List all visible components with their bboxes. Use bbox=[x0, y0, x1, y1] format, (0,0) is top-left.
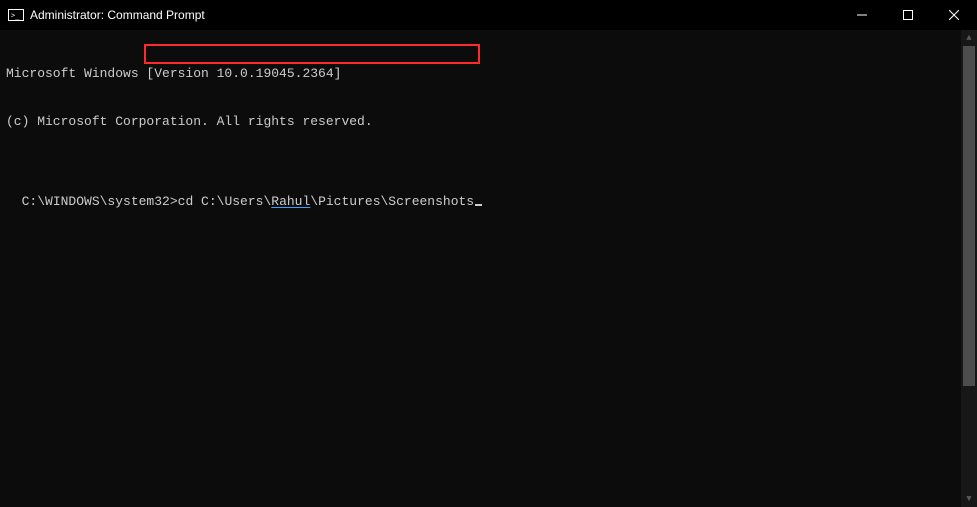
command-text-pre: cd C:\Users\ bbox=[178, 194, 272, 209]
scroll-up-button[interactable]: ▲ bbox=[961, 30, 977, 46]
close-button[interactable] bbox=[931, 0, 977, 30]
scroll-thumb[interactable] bbox=[963, 46, 975, 386]
titlebar[interactable]: >_ Administrator: Command Prompt bbox=[0, 0, 977, 30]
maximize-button[interactable] bbox=[885, 0, 931, 30]
scroll-down-button[interactable]: ▼ bbox=[961, 491, 977, 507]
prompt-line[interactable]: C:\WINDOWS\system32>cd C:\Users\Rahul\Pi… bbox=[22, 194, 483, 210]
svg-text:>_: >_ bbox=[11, 12, 20, 20]
command-text-user: Rahul bbox=[271, 194, 310, 209]
command-text-post: \Pictures\Screenshots bbox=[310, 194, 474, 209]
output-line: (c) Microsoft Corporation. All rights re… bbox=[6, 114, 971, 130]
vertical-scrollbar[interactable]: ▲ ▼ bbox=[961, 30, 977, 507]
minimize-button[interactable] bbox=[839, 0, 885, 30]
window-controls bbox=[839, 0, 977, 30]
cmd-icon: >_ bbox=[8, 7, 24, 23]
prompt-text: C:\WINDOWS\system32> bbox=[22, 194, 178, 209]
blank-line bbox=[6, 162, 971, 178]
window-title: Administrator: Command Prompt bbox=[30, 8, 205, 22]
text-cursor bbox=[475, 204, 482, 206]
terminal-area[interactable]: Microsoft Windows [Version 10.0.19045.23… bbox=[0, 30, 977, 507]
output-line: Microsoft Windows [Version 10.0.19045.23… bbox=[6, 66, 971, 82]
